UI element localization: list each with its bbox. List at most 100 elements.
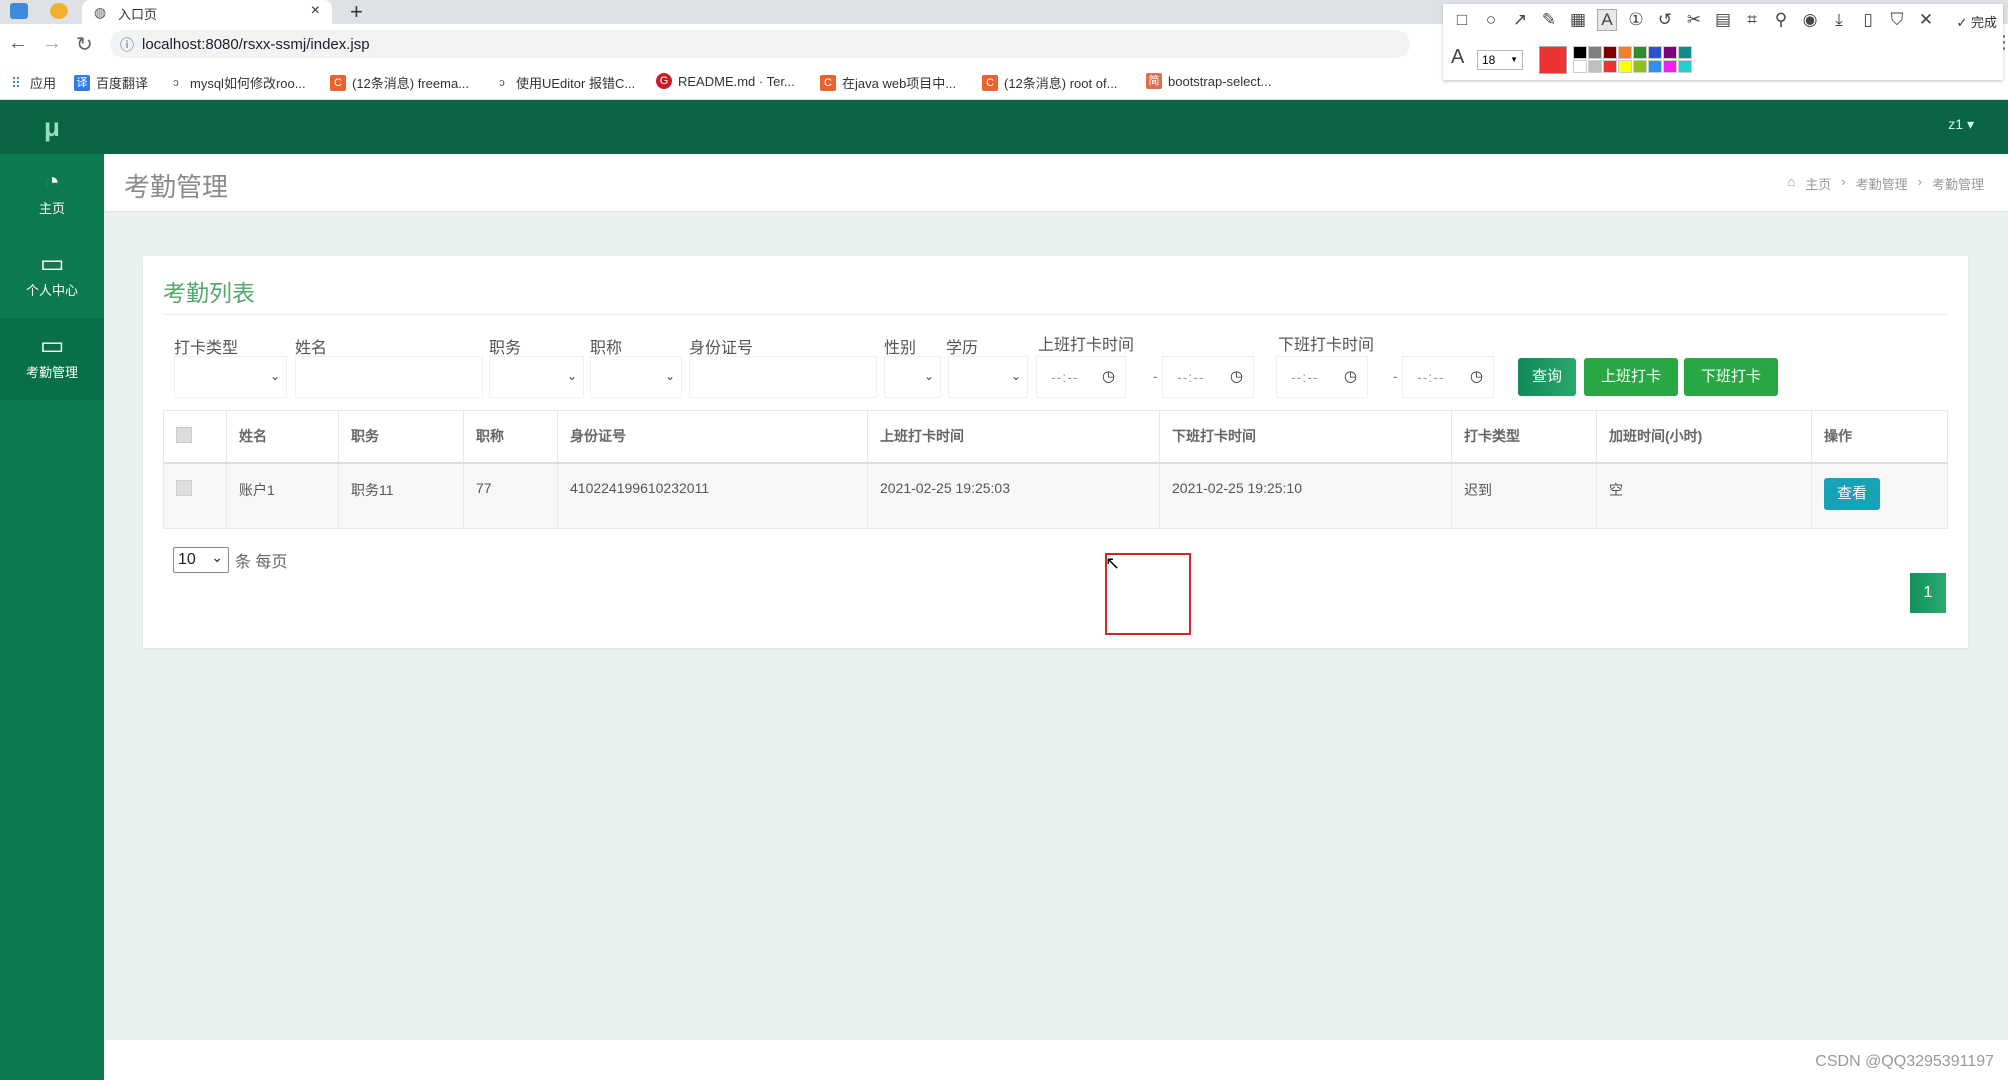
- color-swatch[interactable]: [1618, 46, 1632, 59]
- translate-icon[interactable]: ⌗: [1743, 10, 1761, 30]
- text-tool-icon[interactable]: A: [1597, 9, 1617, 31]
- reload-icon[interactable]: ↻: [76, 32, 93, 57]
- current-color-swatch[interactable]: [1539, 46, 1567, 74]
- time-placeholder: --:--: [1051, 369, 1079, 385]
- record-icon[interactable]: ◉: [1801, 10, 1819, 30]
- clock-icon[interactable]: ◷: [1344, 367, 1357, 385]
- breadcrumb-home[interactable]: 主页: [1805, 174, 1831, 193]
- ocr-icon[interactable]: ▤: [1714, 10, 1732, 30]
- select-all-cell: [163, 410, 227, 464]
- arrow-tool-icon[interactable]: ↗: [1511, 10, 1529, 30]
- sidebar-item-label: 考勤管理: [25, 365, 78, 380]
- column-header[interactable]: 姓名: [226, 410, 339, 464]
- ellipse-tool-icon[interactable]: ○: [1482, 10, 1500, 30]
- info-icon[interactable]: ⓘ: [120, 35, 134, 55]
- punch-type-select[interactable]: ⌄: [174, 356, 287, 398]
- sidebar-item-home[interactable]: ◔ 主页: [0, 154, 104, 236]
- chevron-down-icon: ⌄: [923, 369, 934, 383]
- column-header[interactable]: 身份证号: [557, 410, 868, 464]
- mosaic-tool-icon[interactable]: ▦: [1569, 10, 1587, 30]
- position-select[interactable]: ⌄: [489, 356, 584, 398]
- checkout-end-time-input[interactable]: --:-- ◷: [1402, 356, 1494, 398]
- color-swatch[interactable]: [1633, 60, 1647, 73]
- column-header[interactable]: 职务: [338, 410, 464, 464]
- logo[interactable]: μ: [0, 100, 104, 154]
- undo-icon[interactable]: ↺: [1656, 10, 1674, 30]
- bookmark-item[interactable]: C (12条消息) root of...: [982, 73, 1117, 92]
- bookmark-item[interactable]: C 在java web项目中...: [820, 73, 956, 92]
- bookmark-item[interactable]: ⠿ 应用: [8, 73, 56, 92]
- clock-icon[interactable]: ◷: [1230, 367, 1243, 385]
- bookmark-item[interactable]: ↄ 使用UEditor 报错C...: [494, 73, 635, 92]
- sidebar-item-attendance[interactable]: ▭ 考勤管理: [0, 318, 104, 400]
- done-button[interactable]: ✓ 完成: [1956, 12, 1997, 31]
- scissors-icon[interactable]: ✂: [1685, 10, 1703, 30]
- color-swatch[interactable]: [1663, 46, 1677, 59]
- bookmark-icon[interactable]: ⛉: [1888, 10, 1906, 30]
- cell-title: 77: [463, 462, 558, 529]
- pin-icon[interactable]: ⚲: [1772, 10, 1790, 30]
- new-tab-button[interactable]: +: [350, 0, 363, 25]
- view-button[interactable]: 查看: [1824, 477, 1881, 510]
- font-size-select[interactable]: 18: [1477, 50, 1523, 70]
- close-tab-icon[interactable]: ×: [311, 2, 320, 20]
- bookmark-item[interactable]: ↄ mysql如何修改roo...: [168, 73, 305, 92]
- bookmark-item[interactable]: 译百度翻译: [74, 73, 148, 92]
- checkin-start-time-input[interactable]: --:-- ◷: [1036, 356, 1126, 398]
- select-all-checkbox[interactable]: [176, 426, 192, 443]
- mail-app-icon[interactable]: [10, 3, 28, 19]
- column-header[interactable]: 职称: [463, 410, 558, 464]
- page-button-1[interactable]: 1: [1910, 573, 1946, 613]
- column-header[interactable]: 上班打卡时间: [867, 410, 1160, 464]
- back-icon[interactable]: ←: [8, 32, 28, 55]
- title-select[interactable]: ⌄: [590, 356, 682, 398]
- id-number-input[interactable]: [689, 356, 877, 398]
- bookmark-item[interactable]: C (12条消息) freema...: [330, 73, 469, 92]
- chevron-down-icon: ⌄: [664, 369, 675, 383]
- education-select[interactable]: ⌄: [948, 356, 1028, 398]
- color-swatch[interactable]: [1573, 60, 1587, 73]
- color-swatch[interactable]: [1633, 46, 1647, 59]
- gender-select[interactable]: ⌄: [884, 356, 941, 398]
- name-input[interactable]: [295, 356, 483, 398]
- color-swatch[interactable]: [1678, 46, 1692, 59]
- color-swatch[interactable]: [1618, 60, 1632, 73]
- query-button[interactable]: 查询: [1518, 358, 1576, 396]
- color-swatch[interactable]: [1603, 46, 1617, 59]
- phone-icon[interactable]: ▯: [1859, 10, 1877, 30]
- color-swatch[interactable]: [1588, 60, 1602, 73]
- browser-tab[interactable]: ◍ 入口页 ×: [82, 0, 332, 24]
- chevron-down-icon: ⌄: [1010, 369, 1021, 383]
- user-menu[interactable]: z1 ▾: [1948, 116, 1974, 133]
- clock-icon[interactable]: ◷: [1470, 367, 1483, 385]
- bookmark-item[interactable]: G README.md · Ter...: [656, 73, 795, 89]
- sidebar-item-profile[interactable]: ▭ 个人中心: [0, 236, 104, 318]
- color-swatch[interactable]: [1648, 46, 1662, 59]
- color-swatch[interactable]: [1648, 60, 1662, 73]
- checkin-button[interactable]: 上班打卡: [1584, 358, 1678, 396]
- cancel-icon[interactable]: ✕: [1917, 10, 1935, 30]
- checkin-end-time-input[interactable]: --:-- ◷: [1162, 356, 1254, 398]
- color-swatch[interactable]: [1603, 60, 1617, 73]
- pencil-tool-icon[interactable]: ✎: [1540, 10, 1558, 30]
- color-swatch[interactable]: [1678, 60, 1692, 73]
- download-icon[interactable]: ⤓: [1830, 10, 1848, 30]
- forward-icon[interactable]: →: [42, 32, 62, 55]
- clock-icon[interactable]: ◷: [1102, 367, 1115, 385]
- color-swatch[interactable]: [1588, 46, 1602, 59]
- checkout-button[interactable]: 下班打卡: [1684, 358, 1778, 396]
- page-size-select[interactable]: 10: [173, 545, 229, 573]
- color-swatch[interactable]: [1663, 60, 1677, 73]
- url-field[interactable]: ⓘ localhost:8080/rsxx-ssmj/index.jsp: [110, 30, 1410, 58]
- browser-app-icon[interactable]: [50, 3, 68, 19]
- row-checkbox[interactable]: [176, 479, 192, 496]
- column-header[interactable]: 加班时间(小时): [1596, 410, 1812, 464]
- checkout-start-time-input[interactable]: --:-- ◷: [1276, 356, 1368, 398]
- color-swatch[interactable]: [1573, 46, 1587, 59]
- rectangle-tool-icon[interactable]: □: [1453, 10, 1471, 30]
- bookmark-item[interactable]: 简 bootstrap-select...: [1146, 73, 1271, 89]
- breadcrumb-item[interactable]: 考勤管理: [1856, 174, 1908, 193]
- column-header[interactable]: 下班打卡时间: [1159, 410, 1452, 464]
- column-header[interactable]: 打卡类型: [1451, 410, 1597, 464]
- number-tool-icon[interactable]: ①: [1627, 10, 1645, 30]
